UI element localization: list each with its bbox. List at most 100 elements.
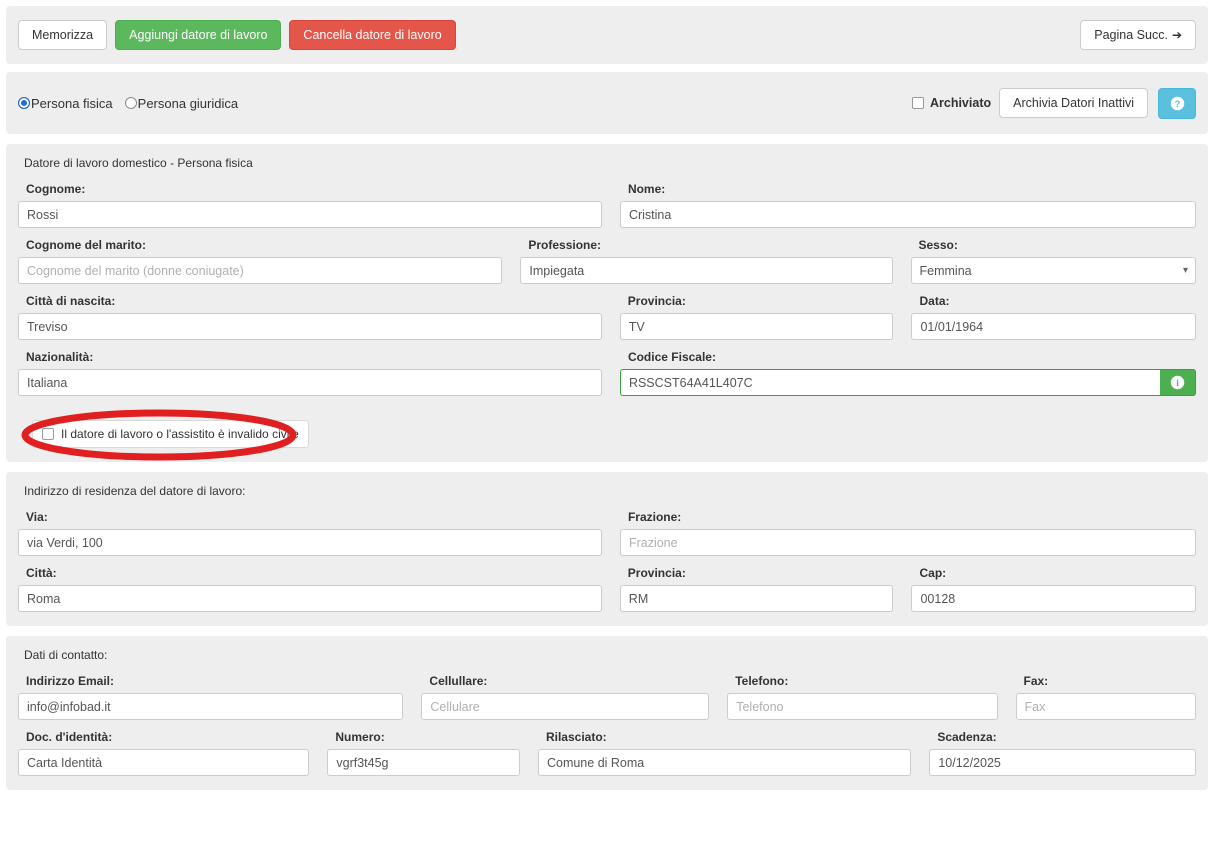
input-frazione[interactable] <box>620 529 1196 556</box>
input-doc-identita[interactable] <box>18 749 309 776</box>
address-panel-title: Indirizzo di residenza del datore di lav… <box>24 484 1196 498</box>
input-email[interactable] <box>18 693 403 720</box>
radio-persona-giuridica[interactable]: Persona giuridica <box>125 96 238 111</box>
invalido-civile-highlight-group: Il datore di lavoro o l'assistito è inva… <box>32 420 309 448</box>
input-rilasciato[interactable] <box>538 749 911 776</box>
input-numero[interactable] <box>327 749 520 776</box>
label-cellulare: Cellullare: <box>429 674 709 688</box>
label-numero: Numero: <box>335 730 520 744</box>
row-documento: Doc. d'identità: Numero: Rilasciato: Sca… <box>18 730 1196 776</box>
field-numero: Numero: <box>327 730 538 776</box>
input-provincia-nascita[interactable] <box>620 313 894 340</box>
label-nome: Nome: <box>628 182 1196 196</box>
label-professione: Professione: <box>528 238 892 252</box>
contact-panel-title: Dati di contatto: <box>24 648 1196 662</box>
label-provincia: Provincia: <box>628 566 894 580</box>
contact-panel: Dati di contatto: Indirizzo Email: Cellu… <box>6 636 1208 790</box>
next-page-button[interactable]: Pagina Succ. ➔ <box>1080 20 1196 51</box>
add-employer-button[interactable]: Aggiungi datore di lavoro <box>115 20 281 51</box>
archived-checkbox[interactable] <box>912 97 924 109</box>
input-citta-nascita[interactable] <box>18 313 602 340</box>
input-via[interactable] <box>18 529 602 556</box>
svg-text:?: ? <box>1174 98 1180 108</box>
field-rilasciato: Rilasciato: <box>538 730 929 776</box>
row-nazionalita-cf: Nazionalità: Codice Fiscale: i <box>18 350 1196 396</box>
input-professione[interactable] <box>520 257 892 284</box>
invalido-civile-checkbox-row[interactable]: Il datore di lavoro o l'assistito è inva… <box>32 420 309 448</box>
label-email: Indirizzo Email: <box>26 674 403 688</box>
input-nome[interactable] <box>620 201 1196 228</box>
row-citta-provincia-cap: Città: Provincia: Cap: <box>18 566 1196 612</box>
field-email: Indirizzo Email: <box>18 674 421 720</box>
codice-fiscale-info-button[interactable]: i <box>1160 369 1196 396</box>
person-type-bar: Persona fisica Persona giuridica Archivi… <box>6 72 1208 134</box>
field-doc-identita: Doc. d'identità: <box>18 730 327 776</box>
radio-persona-fisica-label: Persona fisica <box>31 96 113 111</box>
label-via: Via: <box>26 510 602 524</box>
field-citta: Città: <box>18 566 620 612</box>
field-provincia-nascita: Provincia: <box>620 294 912 340</box>
label-nazionalita: Nazionalità: <box>26 350 602 364</box>
label-frazione: Frazione: <box>628 510 1196 524</box>
archive-help-button[interactable]: ? <box>1158 88 1196 119</box>
sesso-select-wrapper: Femmina ▾ <box>911 257 1197 284</box>
field-cognome: Cognome: <box>18 182 620 228</box>
address-panel: Indirizzo di residenza del datore di lav… <box>6 472 1208 626</box>
person-type-radio-group: Persona fisica Persona giuridica <box>18 96 250 111</box>
label-sesso: Sesso: <box>919 238 1197 252</box>
archive-controls: Archiviato Archivia Datori Inattivi ? <box>912 88 1196 119</box>
archived-checkbox-wrapper[interactable]: Archiviato <box>912 96 991 110</box>
field-telefono: Telefono: <box>727 674 1015 720</box>
archived-label: Archiviato <box>930 96 991 110</box>
field-nome: Nome: <box>620 182 1196 228</box>
top-toolbar: Memorizza Aggiungi datore di lavoro Canc… <box>6 6 1208 64</box>
label-provincia-nascita: Provincia: <box>628 294 894 308</box>
label-cognome-marito: Cognome del marito: <box>26 238 502 252</box>
arrow-right-icon: ➔ <box>1172 28 1182 42</box>
field-cap: Cap: <box>911 566 1196 612</box>
next-page-label: Pagina Succ. <box>1094 28 1168 42</box>
field-data-nascita: Data: <box>911 294 1196 340</box>
input-fax[interactable] <box>1016 693 1197 720</box>
field-codice-fiscale: Codice Fiscale: i <box>620 350 1196 396</box>
label-fax: Fax: <box>1024 674 1197 688</box>
input-citta[interactable] <box>18 585 602 612</box>
row-via-frazione: Via: Frazione: <box>18 510 1196 556</box>
select-sesso[interactable]: Femmina <box>911 257 1197 284</box>
input-scadenza[interactable] <box>929 749 1196 776</box>
radio-indicator-giuridica[interactable] <box>125 97 137 109</box>
svg-text:i: i <box>1176 379 1179 389</box>
label-codice-fiscale: Codice Fiscale: <box>628 350 1196 364</box>
input-cap[interactable] <box>911 585 1196 612</box>
input-cognome-marito[interactable] <box>18 257 502 284</box>
input-telefono[interactable] <box>727 693 997 720</box>
input-codice-fiscale[interactable] <box>620 369 1160 396</box>
save-button[interactable]: Memorizza <box>18 20 107 51</box>
input-cellulare[interactable] <box>421 693 709 720</box>
label-telefono: Telefono: <box>735 674 997 688</box>
row-contatti: Indirizzo Email: Cellullare: Telefono: F… <box>18 674 1196 720</box>
input-nazionalita[interactable] <box>18 369 602 396</box>
radio-indicator-fisica[interactable] <box>18 97 30 109</box>
archive-inactive-employers-button[interactable]: Archivia Datori Inattivi <box>999 88 1148 119</box>
delete-employer-button[interactable]: Cancella datore di lavoro <box>289 20 455 51</box>
employer-panel: Datore di lavoro domestico - Persona fis… <box>6 144 1208 462</box>
radio-persona-giuridica-label: Persona giuridica <box>138 96 238 111</box>
field-via: Via: <box>18 510 620 556</box>
input-provincia[interactable] <box>620 585 894 612</box>
codice-fiscale-input-group: i <box>620 369 1196 396</box>
radio-persona-fisica[interactable]: Persona fisica <box>18 96 113 111</box>
input-data-nascita[interactable] <box>911 313 1196 340</box>
label-citta: Città: <box>26 566 602 580</box>
input-cognome[interactable] <box>18 201 602 228</box>
field-sesso: Sesso: Femmina ▾ <box>911 238 1197 284</box>
question-circle-icon: ? <box>1170 96 1185 111</box>
field-scadenza: Scadenza: <box>929 730 1196 776</box>
label-rilasciato: Rilasciato: <box>546 730 911 744</box>
field-provincia: Provincia: <box>620 566 912 612</box>
field-frazione: Frazione: <box>620 510 1196 556</box>
label-cap: Cap: <box>919 566 1196 580</box>
row-marito-professione-sesso: Cognome del marito: Professione: Sesso: … <box>18 238 1196 284</box>
invalido-civile-checkbox[interactable] <box>42 428 54 440</box>
label-scadenza: Scadenza: <box>937 730 1196 744</box>
